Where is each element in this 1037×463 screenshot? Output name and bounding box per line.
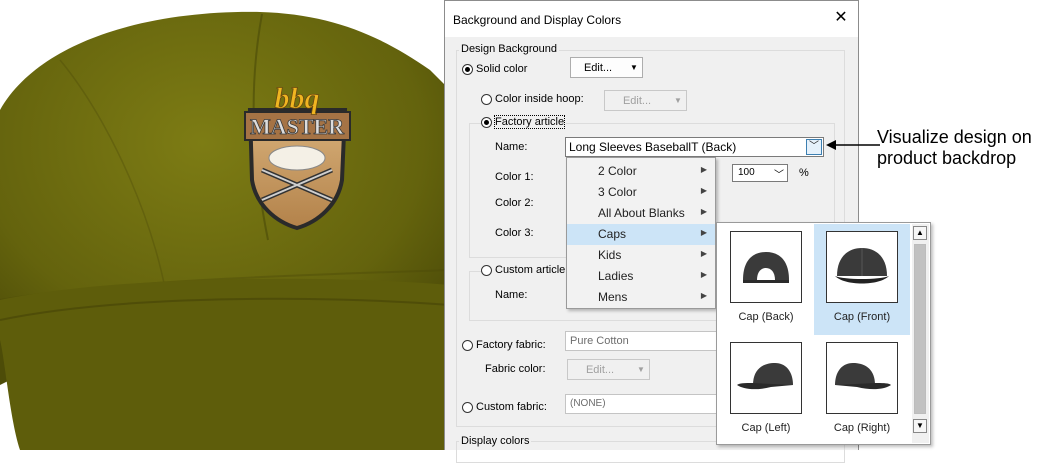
article-name-combo[interactable]: Long Sleeves BaseballT (Back) ﹀ [565,137,824,157]
menu-item-2-color[interactable]: 2 Color ▶ [567,161,715,182]
factory-fabric-label: Factory fabric: [476,339,546,351]
dialog-titlebar: Background and Display Colors ✕ [445,1,858,37]
percent-unit: % [799,167,809,179]
close-icon[interactable]: ✕ [832,9,850,27]
callout-arrow [826,140,880,150]
color1-percent-value: 100 [738,167,755,178]
menu-item-all-about-blanks[interactable]: All About Blanks ▶ [567,203,715,224]
article-name-value: Long Sleeves BaseballT (Back) [569,140,737,154]
color3-label: Color 3: [495,227,534,239]
menu-item-label: Caps [598,227,627,241]
svg-text:MASTER: MASTER [250,114,345,139]
color1-label: Color 1: [495,171,534,183]
menu-item-caps[interactable]: Caps ▶ [567,224,715,245]
scrollbar-thumb[interactable] [914,244,926,414]
chevron-down-icon[interactable]: ﹀ [806,139,822,155]
menu-item-label: Ladies [598,269,634,283]
custom-fabric-field: (NONE) [565,394,725,414]
color1-percent-combo[interactable]: 100 ﹀ [732,164,788,182]
radio-indicator [481,93,492,105]
thumbnail-cap-left[interactable]: Cap (Left) [718,335,814,446]
menu-item-label: Kids [598,248,622,262]
thumbnail-label: Cap (Left) [741,422,791,434]
custom-article-name-label: Name: [495,289,528,301]
product-backdrop-image: MASTER bbq [0,11,450,450]
hoop-color-edit-label: Edit... [622,94,652,107]
scroll-up-icon[interactable]: ▲ [913,226,927,240]
article-thumbnail-gallery: Cap (Back) Cap (Front) Cap (Left) Cap (R… [716,222,931,445]
custom-article-label: Custom article [495,264,566,276]
cap-right-icon [826,342,898,414]
fabric-color-label: Fabric color: [485,363,546,375]
submenu-arrow-icon: ▶ [700,165,707,174]
cap-front-icon [826,231,898,303]
article-name-label: Name: [495,141,528,153]
custom-fabric-radio[interactable]: Custom fabric: [462,401,547,413]
design-background-label: Design Background [459,43,560,55]
dialog-title: Background and Display Colors [453,13,622,27]
factory-article-radio[interactable]: Factory article [481,115,567,129]
color-inside-hoop-radio[interactable]: Color inside hoop: [481,93,584,105]
article-category-menu: 2 Color ▶ 3 Color ▶ All About Blanks ▶ C… [566,157,716,309]
radio-indicator [462,63,473,75]
menu-item-mens[interactable]: Mens ▶ [567,287,715,308]
menu-item-label: 3 Color [598,185,637,199]
dropdown-arrow-icon: ▼ [637,365,645,374]
chevron-down-icon: ﹀ [774,170,784,181]
thumbnail-cap-front[interactable]: Cap (Front) [814,224,910,335]
submenu-arrow-icon: ▶ [700,270,707,279]
menu-item-label: All About Blanks [598,206,685,220]
solid-color-edit-button[interactable]: Edit... ▼ [570,57,643,78]
custom-fabric-label: Custom fabric: [476,401,547,413]
dropdown-arrow-icon: ▼ [630,63,638,72]
radio-indicator [481,116,492,128]
submenu-arrow-icon: ▶ [700,207,707,216]
custom-article-radio[interactable]: Custom article [481,264,568,276]
menu-item-ladies[interactable]: Ladies ▶ [567,266,715,287]
thumbnail-cap-back[interactable]: Cap (Back) [718,224,814,335]
cap-left-icon [730,342,802,414]
radio-indicator [462,339,473,351]
factory-fabric-radio[interactable]: Factory fabric: [462,339,546,351]
gallery-scrollbar[interactable]: ▲ ▼ [912,224,929,443]
display-colors-label: Display colors [459,435,532,447]
submenu-arrow-icon: ▶ [700,249,707,258]
svg-text:bbq: bbq [275,82,320,115]
radio-indicator [481,264,492,276]
thumbnail-cap-right[interactable]: Cap (Right) [814,335,910,446]
menu-item-label: Mens [598,290,628,304]
menu-item-label: 2 Color [598,164,637,178]
hoop-color-edit-button: Edit... ▼ [604,90,687,111]
thumbnail-label: Cap (Back) [738,311,794,323]
thumbnail-label: Cap (Front) [833,311,891,323]
submenu-arrow-icon: ▶ [700,186,707,195]
dropdown-arrow-icon: ▼ [674,96,682,105]
fabric-color-edit-label: Edit... [585,363,615,376]
submenu-arrow-icon: ▶ [700,228,707,237]
scroll-down-icon[interactable]: ▼ [913,419,927,433]
solid-color-edit-label: Edit... [583,61,613,74]
factory-fabric-field: Pure Cotton [565,331,725,351]
callout-text: Visualize design on product backdrop [877,127,1032,168]
menu-item-3-color[interactable]: 3 Color ▶ [567,182,715,203]
factory-article-label: Factory article [493,115,566,129]
solid-color-label: Solid color [476,63,528,75]
solid-color-radio[interactable]: Solid color [462,63,527,75]
radio-indicator [462,401,473,413]
fabric-color-edit-button: Edit... ▼ [567,359,650,380]
color2-label: Color 2: [495,197,534,209]
submenu-arrow-icon: ▶ [700,291,707,300]
thumbnail-label: Cap (Right) [833,422,891,434]
cap-back-icon [730,231,802,303]
color-inside-hoop-label: Color inside hoop: [495,93,584,105]
menu-item-kids[interactable]: Kids ▶ [567,245,715,266]
